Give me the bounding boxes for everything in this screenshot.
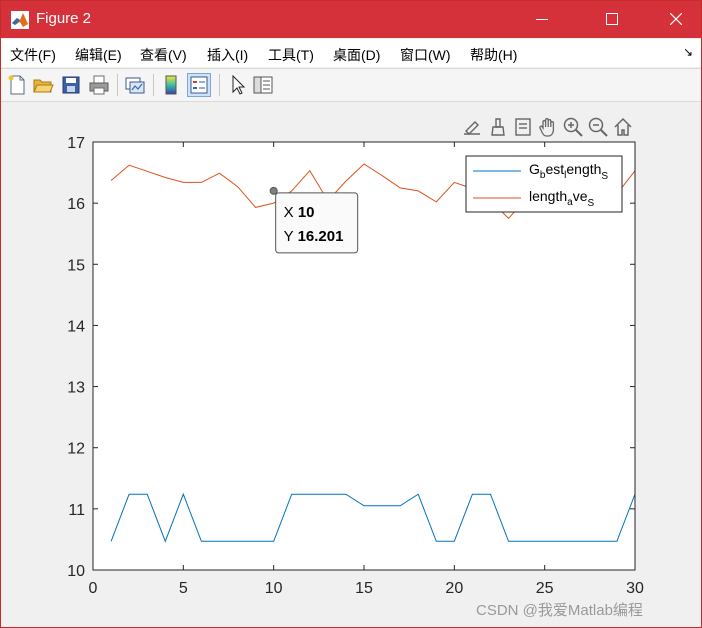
y-tick-label: 12 [67, 441, 85, 458]
x-tick-label: 15 [355, 580, 373, 597]
x-tick-label: 30 [626, 580, 644, 597]
data-tip-y-row: Y 16.201 [284, 228, 344, 245]
x-tick-label: 5 [179, 580, 188, 597]
watermark-text: CSDN @我爱Matlab编程 [476, 602, 643, 619]
x-tick-label: 25 [536, 580, 554, 597]
y-tick-label: 11 [68, 502, 85, 519]
x-tick-label: 10 [265, 580, 283, 597]
y-tick-label: 13 [67, 380, 85, 397]
legend[interactable]: GbestlengthS lengthaveS [465, 155, 623, 213]
figure-window: Figure 2 文件(F) 编辑(E) 查看(V) 插入(I) 工具(T) 桌… [0, 0, 702, 628]
line-chart: 0 5 10 15 20 25 30 10 11 12 13 14 15 16 17 Gbestlength… [67, 135, 644, 597]
y-tick-label: 17 [67, 135, 85, 152]
y-tick-label: 14 [67, 318, 85, 335]
data-tip-x-row: X 10 [284, 204, 315, 221]
y-tick-label: 16 [67, 196, 85, 213]
y-tick-label: 10 [67, 563, 85, 580]
y-tick-label: 15 [67, 257, 85, 274]
x-tick-label: 20 [445, 580, 463, 597]
data-tip[interactable]: X 10 Y 16.201 [269, 186, 359, 254]
x-tick-label: 0 [89, 580, 98, 597]
